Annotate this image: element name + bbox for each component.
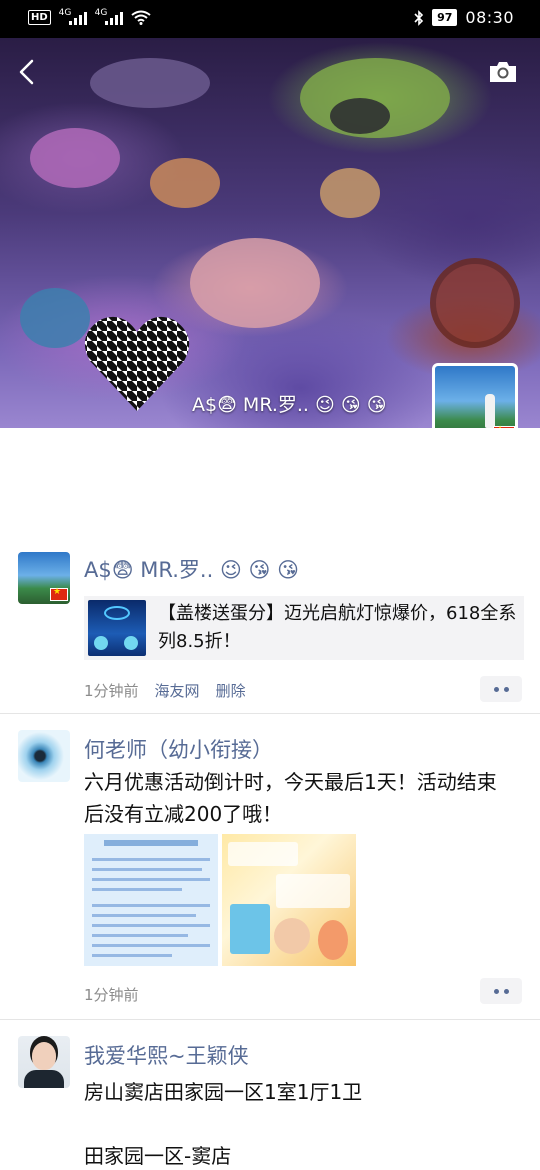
- hd-indicator: HD: [28, 10, 51, 25]
- camera-icon[interactable]: [488, 60, 518, 84]
- moment-post: A$😨 MR.罗.. 😉 😘 😘 【盖楼送蛋分】迈光启航灯惊爆价，618全系列8…: [0, 428, 540, 714]
- user-avatar[interactable]: [18, 1036, 70, 1088]
- post-meta: 1分钟前: [84, 984, 139, 1005]
- user-name[interactable]: 何老师（幼小衔接）: [84, 734, 273, 764]
- user-name[interactable]: A$😨 MR.罗.. 😉 😘 😘: [84, 554, 299, 584]
- houndstooth-heart-sticker: [84, 316, 190, 411]
- signal-icon-2: 4G: [95, 8, 123, 25]
- shared-link-title: 【盖楼送蛋分】迈光启航灯惊爆价，618全系列8.5折！: [158, 603, 517, 652]
- shared-link-card[interactable]: 【盖楼送蛋分】迈光启航灯惊爆价，618全系列8.5折！: [84, 596, 524, 660]
- status-bar: HD 4G 4G 97 08:30: [0, 0, 540, 38]
- wifi-icon: [131, 10, 151, 25]
- china-flag-icon: [50, 587, 68, 601]
- clock: 08:30: [465, 8, 514, 27]
- post-image[interactable]: [84, 834, 218, 966]
- comment-like-button[interactable]: [480, 978, 522, 1004]
- post-time: 1分钟前: [84, 682, 139, 700]
- bluetooth-icon: [414, 9, 424, 26]
- post-text: 房山窦店田家园一区1室1厅1卫: [84, 1080, 363, 1104]
- comment-like-button[interactable]: [480, 676, 522, 702]
- post-text: 六月优惠活动倒计时，今天最后1天！活动结束后没有立减200了哦！: [84, 770, 497, 826]
- cover-username: A$😨 MR.罗.. 😉 😘 😘: [192, 394, 387, 416]
- cover-photo[interactable]: A$😨 MR.罗.. 😉 😘 😘: [0, 38, 540, 428]
- user-avatar[interactable]: [18, 552, 70, 604]
- post-image[interactable]: [222, 834, 356, 966]
- battery-indicator: 97: [432, 9, 458, 26]
- moments-feed: A$😨 MR.罗.. 😉 😘 😘 【盖楼送蛋分】迈光启航灯惊爆价，618全系列8…: [0, 428, 540, 1170]
- shared-link-thumbnail: [88, 600, 146, 656]
- user-name[interactable]: 我爱华熙~王颖侠: [84, 1040, 249, 1070]
- delete-button[interactable]: 删除: [216, 680, 246, 701]
- post-time: 1分钟前: [84, 986, 139, 1004]
- post-meta: 1分钟前 海友网 删除: [84, 680, 246, 701]
- back-icon[interactable]: [16, 58, 38, 86]
- moment-post: 何老师（幼小衔接） 六月优惠活动倒计时，今天最后1天！活动结束后没有立减200了…: [0, 714, 540, 1020]
- post-source[interactable]: 海友网: [155, 680, 200, 701]
- user-avatar[interactable]: [18, 730, 70, 782]
- moment-post: 我爱华熙~王颖侠 房山窦店田家园一区1室1厅1卫 田家园一区-窦店: [0, 1020, 540, 1170]
- signal-icon: 4G: [59, 8, 87, 25]
- post-text-line-2: 田家园一区-窦店: [84, 1144, 232, 1168]
- profile-avatar[interactable]: [432, 363, 518, 428]
